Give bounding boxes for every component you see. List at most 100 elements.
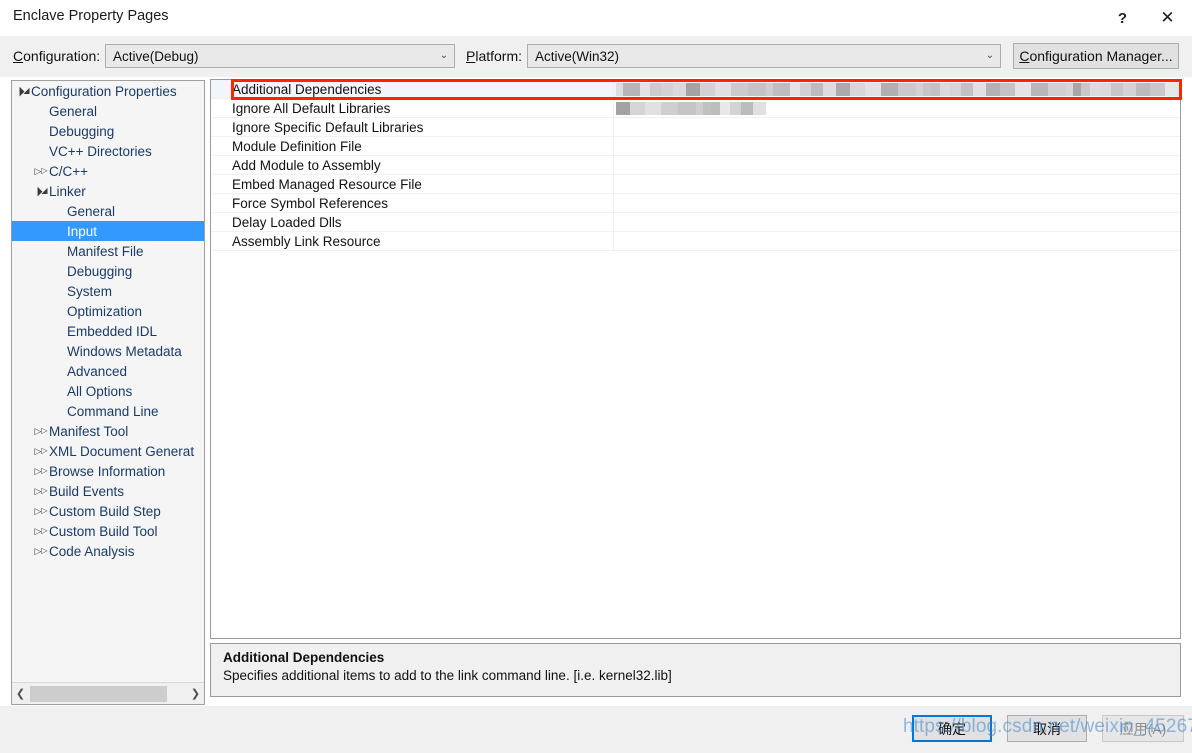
platform-value: Active(Win32) <box>535 48 620 64</box>
dialog-footer: 确定 取消 应用(A) <box>0 706 1192 753</box>
property-value[interactable] <box>614 175 1180 193</box>
sidebar-item-vc-directories[interactable]: VC++ Directories <box>12 141 204 161</box>
scroll-left-icon[interactable]: ❮ <box>12 683 29 704</box>
property-name: Ignore Specific Default Libraries <box>211 118 614 136</box>
property-row[interactable]: Ignore All Default Libraries <box>211 99 1180 118</box>
sidebar-item-label: Code Analysis <box>49 543 135 559</box>
property-row[interactable]: Embed Managed Resource File <box>211 175 1180 194</box>
description-text: Specifies additional items to add to the… <box>223 668 672 683</box>
property-value[interactable] <box>614 118 1180 136</box>
sidebar-item-configuration-properties[interactable]: ◢Configuration Properties <box>12 81 204 101</box>
sidebar-item-optimization[interactable]: Optimization <box>12 301 204 321</box>
expand-triangle-right-icon[interactable]: ▷ <box>34 427 48 436</box>
sidebar-item-manifest-file[interactable]: Manifest File <box>12 241 204 261</box>
configuration-label-rest: onfiguration: <box>23 48 101 64</box>
sidebar-item-label: Custom Build Tool <box>49 523 158 539</box>
expand-triangle-right-icon[interactable]: ▷ <box>34 447 48 456</box>
sidebar-item-label: Manifest Tool <box>49 423 129 439</box>
property-value[interactable] <box>614 194 1180 212</box>
configuration-manager-button[interactable]: Configuration Manager... <box>1013 43 1179 69</box>
sidebar-item-advanced[interactable]: Advanced <box>12 361 204 381</box>
property-value[interactable] <box>614 213 1180 231</box>
expand-triangle-right-icon[interactable]: ▷ <box>34 167 48 176</box>
property-row[interactable]: Ignore Specific Default Libraries <box>211 118 1180 137</box>
sidebar-item-label: Manifest File <box>67 243 144 259</box>
title-bar: Enclave Property Pages ? ✕ <box>0 0 1192 36</box>
property-row[interactable]: Additional Dependencies <box>211 80 1180 99</box>
expand-triangle-down-icon[interactable]: ◢ <box>34 187 48 196</box>
sidebar-item-debugging[interactable]: Debugging <box>12 261 204 281</box>
expand-triangle-right-icon[interactable]: ▷ <box>34 487 48 496</box>
sidebar-item-label: Custom Build Step <box>49 503 161 519</box>
property-row[interactable]: Add Module to Assembly <box>211 156 1180 175</box>
description-panel: Additional Dependencies Specifies additi… <box>210 643 1181 697</box>
help-icon[interactable]: ? <box>1100 0 1145 36</box>
censored-value <box>616 82 1180 96</box>
expand-triangle-right-icon[interactable]: ▷ <box>34 467 48 476</box>
sidebar-item-windows-metadata[interactable]: Windows Metadata <box>12 341 204 361</box>
sidebar-item-label: Command Line <box>67 403 159 419</box>
property-row[interactable]: Force Symbol References <box>211 194 1180 213</box>
sidebar-item-label: Linker <box>49 183 86 199</box>
sidebar-item-build-events[interactable]: ▷Build Events <box>12 481 204 501</box>
properties-tree[interactable]: ◢Configuration PropertiesGeneralDebuggin… <box>12 81 204 682</box>
property-name: Module Definition File <box>211 137 614 155</box>
configuration-dropdown[interactable]: Active(Debug) ⌄ <box>105 44 455 68</box>
expand-triangle-right-icon[interactable]: ▷ <box>34 527 48 536</box>
platform-label-rest: latform: <box>475 48 523 64</box>
property-name: Delay Loaded Dlls <box>211 213 614 231</box>
sidebar-item-label: Build Events <box>49 483 125 499</box>
cancel-button[interactable]: 取消 <box>1007 715 1087 742</box>
platform-label-mnemonic: P <box>466 48 476 64</box>
apply-button: 应用(A) <box>1102 715 1184 742</box>
sidebar-item-input[interactable]: Input <box>12 221 204 241</box>
property-value[interactable] <box>614 137 1180 155</box>
sidebar-item-linker[interactable]: ◢Linker <box>12 181 204 201</box>
censored-value <box>616 101 766 115</box>
sidebar-item-system[interactable]: System <box>12 281 204 301</box>
sidebar-item-label: System <box>67 283 113 299</box>
sidebar-item-label: Debugging <box>67 263 133 279</box>
property-value[interactable] <box>614 80 1180 98</box>
sidebar-item-label: Embedded IDL <box>67 323 158 339</box>
property-row[interactable]: Delay Loaded Dlls <box>211 213 1180 232</box>
sidebar-item-xml-document-generat[interactable]: ▷XML Document Generat <box>12 441 204 461</box>
scroll-thumb[interactable] <box>30 685 167 702</box>
sidebar-item-embedded-idl[interactable]: Embedded IDL <box>12 321 204 341</box>
sidebar-item-custom-build-step[interactable]: ▷Custom Build Step <box>12 501 204 521</box>
property-value[interactable] <box>614 99 1180 117</box>
property-row[interactable]: Module Definition File <box>211 137 1180 156</box>
sidebar-item-general[interactable]: General <box>12 101 204 121</box>
property-name: Embed Managed Resource File <box>211 175 614 193</box>
sidebar-item-label: Debugging <box>49 123 115 139</box>
sidebar-item-command-line[interactable]: Command Line <box>12 401 204 421</box>
property-name: Ignore All Default Libraries <box>211 99 614 117</box>
sidebar-item-custom-build-tool[interactable]: ▷Custom Build Tool <box>12 521 204 541</box>
sidebar-item-general[interactable]: General <box>12 201 204 221</box>
expand-triangle-right-icon[interactable]: ▷ <box>34 507 48 516</box>
sidebar-item-label: Configuration Properties <box>31 83 177 99</box>
property-name: Assembly Link Resource <box>211 232 614 250</box>
expand-triangle-down-icon[interactable]: ◢ <box>16 87 30 96</box>
platform-dropdown[interactable]: Active(Win32) ⌄ <box>527 44 1001 68</box>
property-grid: Additional Dependencies Ignore All Defaul… <box>210 79 1181 639</box>
sidebar-item-label: VC++ Directories <box>49 143 152 159</box>
sidebar-item-debugging[interactable]: Debugging <box>12 121 204 141</box>
ok-button[interactable]: 确定 <box>912 715 992 742</box>
sidebar-item-label: Input <box>67 223 98 239</box>
sidebar-item-all-options[interactable]: All Options <box>12 381 204 401</box>
property-row[interactable]: Assembly Link Resource <box>211 232 1180 251</box>
sidebar-item-manifest-tool[interactable]: ▷Manifest Tool <box>12 421 204 441</box>
property-value[interactable] <box>614 156 1180 174</box>
sidebar-item-c-c[interactable]: ▷C/C++ <box>12 161 204 181</box>
sidebar-item-browse-information[interactable]: ▷Browse Information <box>12 461 204 481</box>
expand-triangle-right-icon[interactable]: ▷ <box>34 547 48 556</box>
sidebar-item-code-analysis[interactable]: ▷Code Analysis <box>12 541 204 561</box>
tree-horizontal-scrollbar[interactable]: ❮ ❯ <box>12 682 204 704</box>
sidebar-item-label: General <box>67 203 116 219</box>
scroll-track[interactable] <box>29 683 187 704</box>
property-value[interactable] <box>614 232 1180 250</box>
close-icon[interactable]: ✕ <box>1145 0 1190 36</box>
sidebar-item-label: General <box>49 103 98 119</box>
scroll-right-icon[interactable]: ❯ <box>187 683 204 704</box>
